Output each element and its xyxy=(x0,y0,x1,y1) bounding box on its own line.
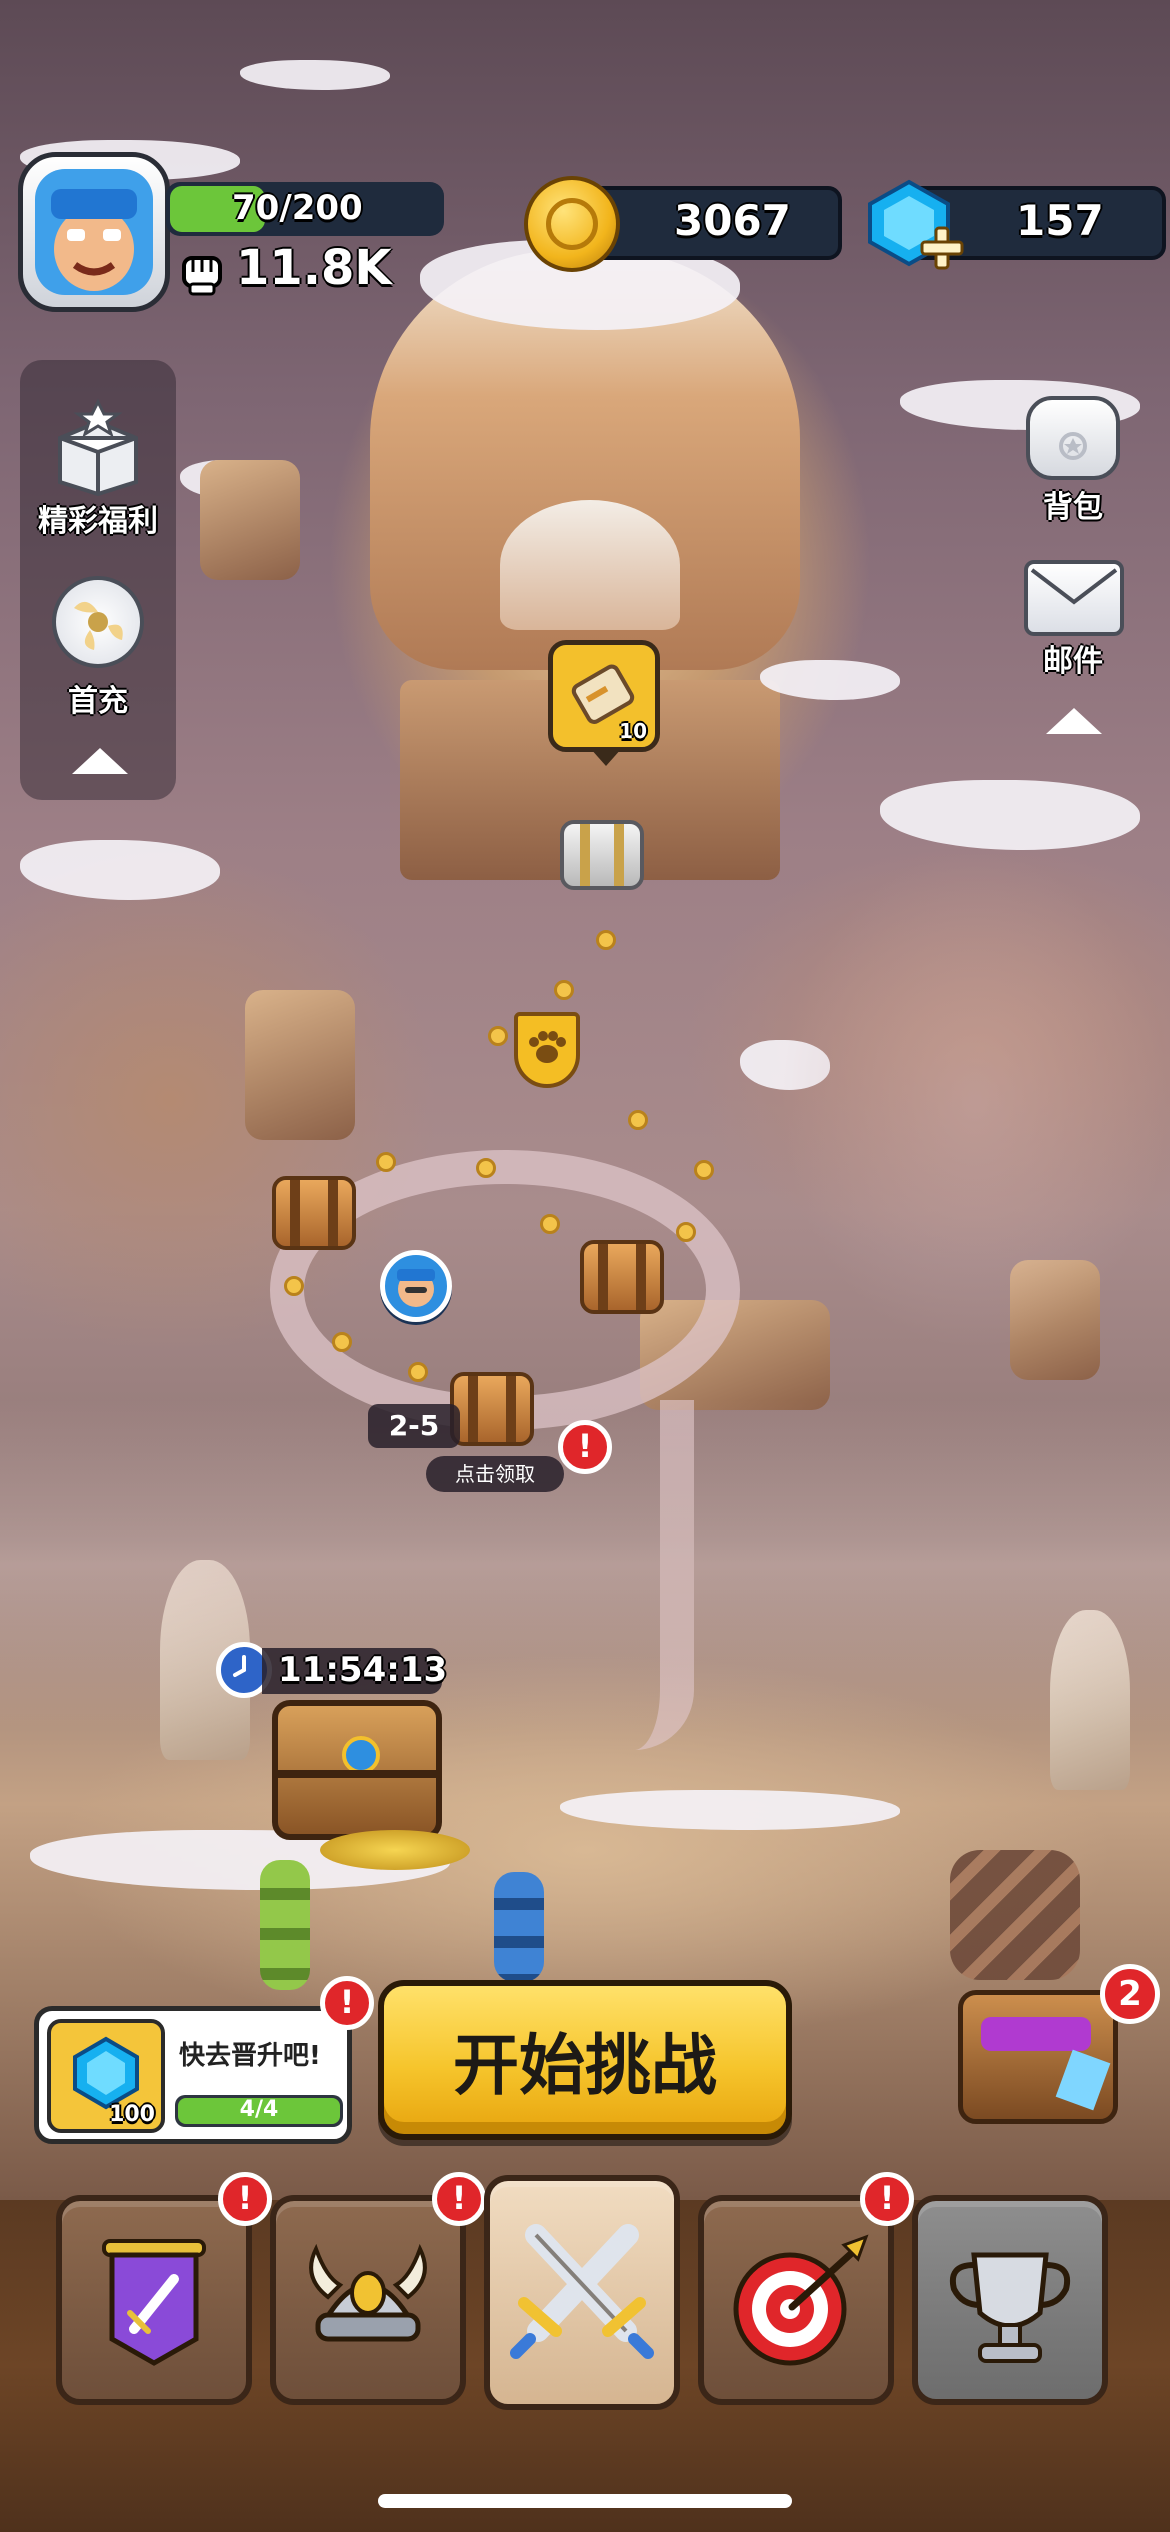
start-challenge-label: 开始挑战 xyxy=(453,2027,717,2104)
temple-dome xyxy=(500,500,680,630)
blue-soldiers xyxy=(494,1872,544,1982)
player-face-icon xyxy=(397,1269,435,1307)
treasure-chest[interactable] xyxy=(272,1700,442,1840)
stage-alert-badge: ! xyxy=(558,1420,612,1474)
mail-label[interactable]: 邮件 xyxy=(1010,636,1136,680)
rock-pillar xyxy=(245,990,355,1140)
xp-text: 70/200 xyxy=(232,188,363,228)
viking-helmet-icon xyxy=(309,2243,427,2342)
promotion-progress-bar: 4/4 xyxy=(175,2095,343,2127)
promotion-card[interactable]: 100 快去晋升吧! 4/4 xyxy=(34,2006,352,2144)
player-avatar[interactable] xyxy=(18,152,170,312)
coin-count: 3067 xyxy=(674,196,791,245)
timer-text: 11:54:13 xyxy=(278,1650,448,1690)
path-dot xyxy=(596,930,616,950)
nav-tab-battle[interactable] xyxy=(484,2175,680,2410)
crossed-swords-icon xyxy=(510,2224,654,2359)
collapse-left-menu-icon[interactable] xyxy=(72,748,128,774)
add-gems-icon[interactable] xyxy=(918,224,966,272)
nav-heroes-alert-badge: ! xyxy=(432,2172,486,2226)
gem-count: 157 xyxy=(1016,196,1104,245)
path-dot xyxy=(628,1110,648,1130)
coin-icon xyxy=(524,176,620,272)
reward-chest-button[interactable] xyxy=(958,1990,1118,2124)
path-dot xyxy=(376,1152,396,1172)
player-face-icon xyxy=(51,189,137,291)
paw-banner-marker[interactable] xyxy=(514,1012,580,1088)
first-recharge-icon[interactable] xyxy=(52,576,144,668)
path-dot xyxy=(554,980,574,1000)
wooden-chest[interactable] xyxy=(272,1176,356,1250)
path-dot xyxy=(332,1332,352,1352)
coin-pile xyxy=(320,1830,470,1870)
mail-icon[interactable] xyxy=(1024,560,1124,636)
nav-tab-heroes[interactable] xyxy=(270,2195,466,2405)
path-dot xyxy=(676,1222,696,1242)
wooden-chest[interactable] xyxy=(580,1240,664,1314)
stage-chest[interactable] xyxy=(450,1372,534,1446)
power-value: 11.8K xyxy=(236,240,392,296)
gift-box-icon[interactable] xyxy=(46,398,150,497)
player-position-marker xyxy=(380,1250,452,1322)
path-dot xyxy=(284,1276,304,1296)
path-dot xyxy=(488,1026,508,1046)
scroll-count: 10 xyxy=(619,719,647,743)
promotion-gem-tile: 100 xyxy=(47,2019,165,2133)
backpack-label[interactable]: 背包 xyxy=(1010,482,1136,526)
nav-guild-alert-badge: ! xyxy=(218,2172,272,2226)
guild-banner-icon xyxy=(102,2239,206,2366)
rewards-label[interactable]: 精彩福利 xyxy=(20,496,176,540)
path-dot xyxy=(476,1158,496,1178)
paw-icon xyxy=(529,1031,566,1063)
green-soldiers xyxy=(260,1860,310,1990)
target-icon xyxy=(733,2234,869,2366)
home-indicator[interactable] xyxy=(378,2494,792,2508)
promotion-text: 快去晋升吧! xyxy=(179,2041,321,2071)
fist-icon xyxy=(174,242,230,298)
path-dot xyxy=(408,1362,428,1382)
path-dot xyxy=(694,1160,714,1180)
nav-tab-missions[interactable] xyxy=(698,2195,894,2405)
silver-chest[interactable] xyxy=(560,820,644,890)
path-dot xyxy=(540,1214,560,1234)
promotion-progress-text: 4/4 xyxy=(239,2097,279,2122)
rock-pillar xyxy=(200,460,300,580)
scroll-reward-marker[interactable]: 10 xyxy=(548,640,660,752)
nav-tab-trophy[interactable] xyxy=(912,2195,1108,2405)
reward-chest-count-badge: 2 xyxy=(1100,1964,1160,2024)
collapse-right-menu-icon[interactable] xyxy=(1046,708,1102,734)
enemy-horde xyxy=(950,1850,1080,1980)
nav-missions-alert-badge: ! xyxy=(860,2172,914,2226)
backpack-icon[interactable] xyxy=(1026,396,1120,480)
start-challenge-button[interactable]: 开始挑战 xyxy=(378,1980,792,2140)
promotion-alert-badge: ! xyxy=(320,1976,374,2030)
nav-tab-guild[interactable] xyxy=(56,2195,252,2405)
fog xyxy=(780,850,1170,1350)
xp-bar: 70/200 xyxy=(166,182,444,236)
first-recharge-label[interactable]: 首充 xyxy=(20,676,176,720)
trophy-icon xyxy=(950,2252,1070,2363)
stage-label: 2-5 xyxy=(368,1404,460,1448)
claim-reward-label[interactable]: 点击领取 xyxy=(426,1456,564,1492)
promotion-gem-amount: 100 xyxy=(109,2102,155,2127)
